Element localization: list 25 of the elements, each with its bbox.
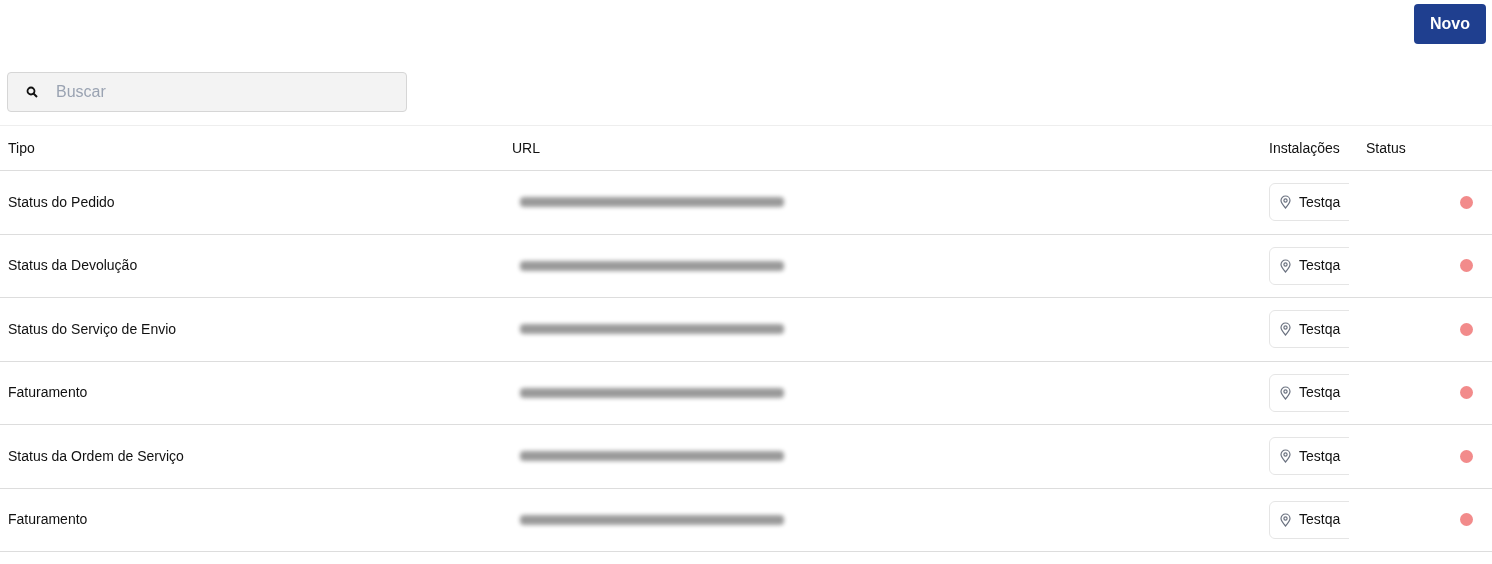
location-pin-icon [1280,449,1291,464]
installation-chip: Testqa [1269,310,1349,349]
column-header: URL [511,138,541,158]
column-header: Status [1365,138,1406,158]
search-icon [26,86,38,98]
column-header: Instalações [1268,138,1341,158]
column-header: Tipo [7,138,36,158]
installation-chip: Testqa [1269,246,1349,285]
installation-chip: Testqa [1269,500,1349,539]
location-pin-icon [1280,385,1291,400]
new-button[interactable]: Novo [1414,4,1486,44]
table-cell-text: Status do Serviço de Envio [7,319,178,339]
table-cell-text: Faturamento [7,510,89,530]
table-cell-text: Faturamento [7,383,89,403]
table-cell-text: Status da Ordem de Serviço [7,446,185,466]
location-pin-icon [1280,195,1291,210]
location-pin-icon [1280,512,1291,527]
location-pin-icon [1280,322,1291,337]
table-cell-text: Status da Devolução [7,256,139,276]
installation-chip: Testqa [1269,183,1349,222]
installation-chip: Testqa [1269,373,1349,412]
location-pin-icon [1280,258,1291,273]
table-cell-text: Status do Pedido [7,192,116,212]
search-field[interactable]: Buscar [7,72,407,112]
installation-chip: Testqa [1269,437,1349,476]
